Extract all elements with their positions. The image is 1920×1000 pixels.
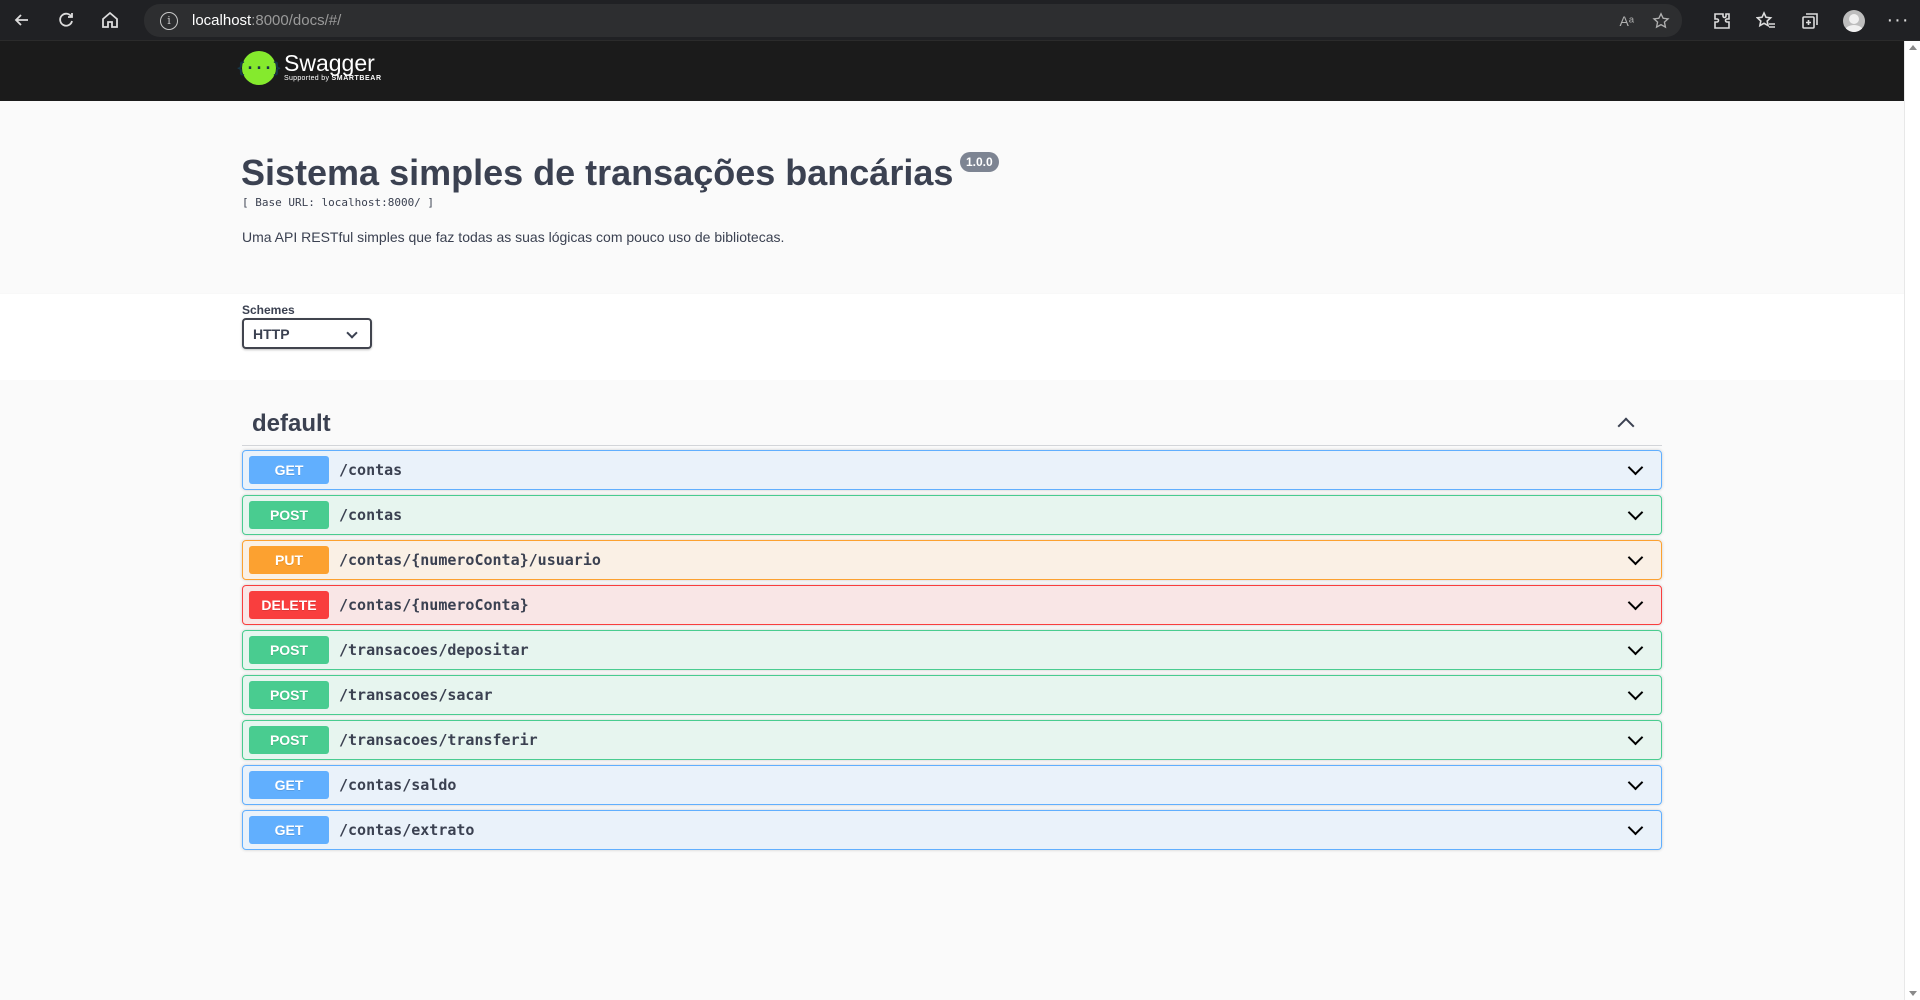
swagger-logo[interactable]: {···} Swagger Supported by SMARTBEAR: [236, 50, 382, 85]
operation-get-extrato[interactable]: GET /contas/extrato: [242, 810, 1662, 850]
operation-path: /contas/saldo: [339, 776, 457, 794]
chevron-down-icon[interactable]: [1627, 639, 1644, 656]
operation-post-contas[interactable]: POST /contas: [242, 495, 1662, 535]
extensions-button[interactable]: [1700, 0, 1744, 41]
operations-section: default GET /contas POST /contas PUT /co…: [0, 380, 1904, 980]
home-button[interactable]: [88, 0, 132, 41]
chevron-down-icon[interactable]: [1627, 504, 1644, 521]
home-icon: [102, 11, 118, 28]
profile-button[interactable]: [1832, 0, 1876, 41]
swagger-logo-title: Swagger: [284, 50, 375, 76]
chevron-down-icon[interactable]: [1627, 684, 1644, 701]
schemes-section: Schemes HTTP: [0, 294, 1904, 380]
operation-path: /transacoes/depositar: [339, 641, 529, 659]
more-dots-icon: ···: [1886, 9, 1910, 31]
api-info: Sistema simples de transações bancárias …: [0, 101, 1904, 294]
chevron-down-icon[interactable]: [1627, 729, 1644, 746]
favorites-button[interactable]: [1744, 0, 1788, 41]
swagger-topbar: {···} Swagger Supported by SMARTBEAR: [0, 41, 1904, 101]
url-path: :8000/docs/#/: [251, 12, 342, 29]
chevron-down-icon[interactable]: [1627, 459, 1644, 476]
page-scrollbar[interactable]: [1904, 41, 1920, 1000]
swagger-logo-icon: {···}: [236, 51, 282, 85]
scroll-down-arrow-icon[interactable]: [1909, 991, 1917, 996]
method-badge: GET: [249, 771, 329, 799]
operation-delete-conta[interactable]: DELETE /contas/{numeroConta}: [242, 585, 1662, 625]
collections-icon: [1802, 12, 1818, 29]
operation-path: /contas/{numeroConta}: [339, 596, 529, 614]
api-title: Sistema simples de transações bancárias: [241, 152, 954, 193]
scroll-up-arrow-icon[interactable]: [1909, 45, 1917, 50]
logo-brand: SMARTBEAR: [331, 75, 382, 82]
method-badge: DELETE: [249, 591, 329, 619]
schemes-selected-value: HTTP: [253, 325, 290, 342]
operation-put-usuario[interactable]: PUT /contas/{numeroConta}/usuario: [242, 540, 1662, 580]
reload-button[interactable]: [44, 0, 88, 41]
chevron-down-icon[interactable]: [1627, 819, 1644, 836]
tag-name: default: [252, 410, 331, 437]
site-info-icon[interactable]: i: [160, 11, 178, 30]
extensions-puzzle-icon: [1714, 12, 1730, 29]
chevron-down-icon[interactable]: [1627, 594, 1644, 611]
settings-more-button[interactable]: ···: [1876, 0, 1920, 41]
tag-header-default[interactable]: default: [242, 406, 1662, 446]
swagger-logo-subtitle: Supported by SMARTBEAR: [284, 74, 382, 84]
address-bar[interactable]: i localhost:8000/docs/#/ Aᵃ: [144, 4, 1682, 37]
chevron-down-icon[interactable]: [1627, 774, 1644, 791]
base-url: [ Base URL: localhost:8000/ ]: [242, 196, 435, 209]
reload-icon: [59, 12, 73, 27]
operation-get-contas[interactable]: GET /contas: [242, 450, 1662, 490]
method-badge: GET: [249, 816, 329, 844]
method-badge: POST: [249, 636, 329, 664]
schemes-label: Schemes: [242, 303, 295, 317]
collections-button[interactable]: [1788, 0, 1832, 41]
profile-avatar-icon: [1843, 9, 1865, 32]
operation-path: /contas/{numeroConta}/usuario: [339, 551, 601, 569]
method-badge: POST: [249, 726, 329, 754]
favorites-list-icon: [1756, 10, 1775, 28]
browser-toolbar: i localhost:8000/docs/#/ Aᵃ ···: [0, 0, 1920, 41]
chevron-up-icon[interactable]: [1617, 417, 1635, 435]
operation-path: /transacoes/sacar: [339, 686, 493, 704]
operation-path: /contas/extrato: [339, 821, 475, 839]
logo-supported-by: Supported by: [284, 75, 330, 82]
back-button[interactable]: [0, 0, 44, 41]
schemes-select[interactable]: HTTP: [242, 318, 372, 349]
read-aloud-icon[interactable]: Aᵃ: [1619, 13, 1634, 29]
method-badge: POST: [249, 501, 329, 529]
method-badge: POST: [249, 681, 329, 709]
operation-path: /transacoes/transferir: [339, 731, 538, 749]
method-badge: GET: [249, 456, 329, 484]
chevron-down-icon[interactable]: [1627, 549, 1644, 566]
operation-path: /contas: [339, 506, 403, 524]
chevron-down-icon: [346, 327, 358, 339]
back-arrow-icon: [14, 14, 28, 26]
favorite-star-icon[interactable]: [1652, 11, 1670, 30]
api-description: Uma API RESTful simples que faz todas as…: [242, 229, 785, 245]
operation-get-saldo[interactable]: GET /contas/saldo: [242, 765, 1662, 805]
page-viewport: {···} Swagger Supported by SMARTBEAR Sis…: [0, 41, 1904, 1000]
url-host: localhost: [192, 12, 252, 29]
operation-post-sacar[interactable]: POST /transacoes/sacar: [242, 675, 1662, 715]
method-badge: PUT: [249, 546, 329, 574]
operation-path: /contas: [339, 461, 403, 479]
operation-post-transferir[interactable]: POST /transacoes/transferir: [242, 720, 1662, 760]
version-badge: 1.0.0: [960, 152, 999, 172]
operation-post-depositar[interactable]: POST /transacoes/depositar: [242, 630, 1662, 670]
